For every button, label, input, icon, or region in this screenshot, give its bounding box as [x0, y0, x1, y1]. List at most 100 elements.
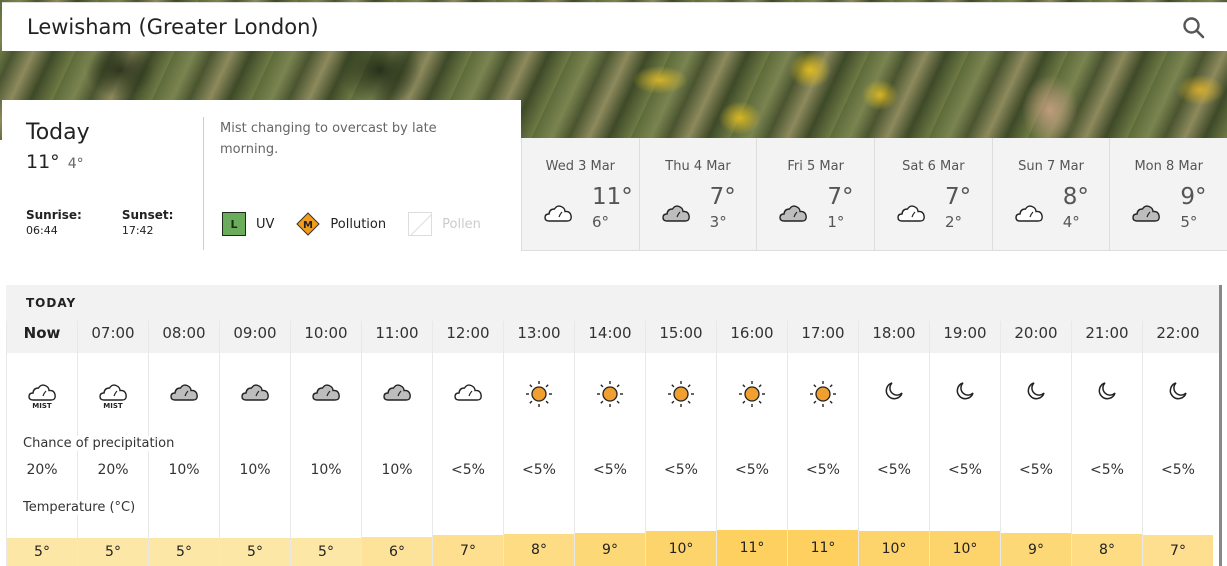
moon-icon	[1160, 379, 1196, 413]
day-high-temp: 8°	[1062, 184, 1089, 210]
pollution-level-text: M	[303, 220, 313, 231]
day-tab[interactable]: Thu 4 Mar 7° 3°	[638, 138, 757, 250]
hour-temperature: 5°	[78, 538, 148, 566]
hour-column: 11:00 10% 6°	[361, 321, 432, 566]
overcast-cloud-icon	[237, 379, 273, 413]
hour-temperature: 6°	[362, 537, 432, 566]
hour-time: 10:00	[304, 324, 348, 342]
precipitation-chance: 10%	[310, 462, 342, 478]
hour-time: 11:00	[375, 324, 419, 342]
today-summary-card: Today 11° 4° Sunrise: 06:44 Sunset: 17:4…	[2, 100, 521, 250]
today-label: Today	[26, 120, 90, 145]
day-high-temp: 9°	[1180, 184, 1207, 210]
precipitation-chance: 10%	[168, 462, 200, 478]
day-low-temp: 5°	[1180, 213, 1198, 231]
mist-cloud-icon: MIST	[95, 379, 131, 413]
pollution-indicator[interactable]: M Pollution	[296, 212, 386, 236]
day-name: Fri 5 Mar	[787, 159, 844, 174]
overcast-cloud-icon	[660, 200, 690, 222]
hour-column: 18:00 <5% 10°	[858, 321, 929, 566]
precipitation-chance: 20%	[26, 462, 58, 478]
hour-temperature: 5°	[291, 538, 361, 566]
sun-icon	[592, 379, 628, 413]
precipitation-chance: <5%	[593, 462, 627, 478]
hour-time: 13:00	[517, 324, 561, 342]
precipitation-chance: 10%	[381, 462, 413, 478]
hour-temperature: 10°	[859, 531, 929, 566]
day-low-temp: 4°	[1062, 213, 1080, 231]
hour-temperature: 11°	[717, 530, 787, 566]
hour-column: 21:00 <5% 8°	[1071, 321, 1142, 566]
hour-column: 20:00 <5% 9°	[1000, 321, 1071, 566]
sunrise-label: Sunrise:	[26, 208, 82, 222]
environment-indicators: L UV M Pollution Pollen	[222, 212, 503, 236]
hour-temperature: 7°	[433, 535, 503, 566]
cloud-icon	[542, 200, 572, 222]
cloud-icon	[895, 200, 925, 222]
hour-time: 21:00	[1085, 324, 1129, 342]
moon-icon	[1089, 379, 1125, 413]
hour-temperature: 5°	[149, 538, 219, 566]
hour-column: 15:00 <5% 10°	[645, 321, 716, 566]
hour-column: 13:00 <5% 8°	[503, 321, 574, 566]
day-low-temp: 6°	[592, 213, 610, 231]
hour-column: 22:00 <5% 7°	[1142, 321, 1213, 566]
day-tab[interactable]: Fri 5 Mar 7° 1°	[756, 138, 874, 250]
hour-column: 16:00 <5% 11°	[716, 321, 787, 566]
hour-column: 17:00 <5% 11°	[787, 321, 858, 566]
day-name: Wed 3 Mar	[545, 159, 616, 174]
day-high-temp: 7°	[945, 184, 972, 210]
hourly-forecast: TODAY Chance of precipitation Temperatur…	[6, 285, 1227, 566]
mist-label: MIST	[103, 402, 123, 410]
today-low-temp: 4°	[67, 156, 84, 172]
moon-icon	[1018, 379, 1054, 413]
hour-column: 12:00 <5% 7°	[432, 321, 503, 566]
uv-indicator[interactable]: L UV	[222, 212, 274, 236]
day-tab[interactable]: Mon 8 Mar 9° 5°	[1109, 138, 1227, 250]
sun-icon	[805, 379, 841, 413]
hourly-day-caption: TODAY	[26, 296, 77, 310]
precipitation-chance: <5%	[948, 462, 982, 478]
sun-icon	[734, 379, 770, 413]
pollen-indicator[interactable]: Pollen	[408, 212, 481, 236]
day-low-temp: 1°	[827, 213, 845, 231]
location-header: Lewisham (Greater London)	[2, 2, 1227, 51]
precipitation-chance: <5%	[664, 462, 698, 478]
pollution-diamond-icon: M	[296, 212, 321, 236]
mist-cloud-icon: MIST	[24, 379, 60, 413]
cloud-icon	[1013, 200, 1043, 222]
mist-label: MIST	[32, 402, 52, 410]
day-tab[interactable]: Sun 7 Mar 8° 4°	[991, 138, 1110, 250]
scroll-edge[interactable]	[1219, 285, 1222, 566]
precipitation-chance: <5%	[1090, 462, 1124, 478]
hour-time: 17:00	[801, 324, 845, 342]
sunrise-time: 06:44	[26, 224, 58, 237]
daily-forecast-strip: Wed 3 Mar 11° 6° Thu 4 Mar 7° 3° Fri 5 M…	[521, 138, 1227, 251]
overcast-cloud-icon	[379, 379, 415, 413]
precipitation-chance: <5%	[1019, 462, 1053, 478]
precipitation-chance: <5%	[806, 462, 840, 478]
hour-column: 19:00 <5% 10°	[929, 321, 1000, 566]
hour-time: 12:00	[446, 324, 490, 342]
pollution-level-badge: M	[296, 212, 321, 236]
day-high-temp: 7°	[827, 184, 854, 210]
hour-temperature: 10°	[646, 531, 716, 566]
precipitation-chance: <5%	[522, 462, 556, 478]
day-name: Thu 4 Mar	[665, 159, 731, 174]
day-tab[interactable]: Wed 3 Mar 11° 6°	[521, 138, 639, 250]
hour-temperature: 7°	[1143, 535, 1213, 566]
hour-column: 14:00 <5% 9°	[574, 321, 645, 566]
precipitation-chance: <5%	[1161, 462, 1195, 478]
sunset-time: 17:42	[121, 224, 154, 237]
day-tab[interactable]: Sat 6 Mar 7° 2°	[874, 138, 992, 250]
sunset-label: Sunset:	[121, 208, 174, 222]
precipitation-chance: <5%	[735, 462, 769, 478]
hour-time: 22:00	[1156, 324, 1200, 342]
today-high-temp: 11°	[26, 151, 60, 173]
day-name: Sun 7 Mar	[1018, 159, 1084, 174]
hour-temperature: 10°	[930, 531, 1000, 566]
search-button[interactable]	[1181, 15, 1207, 41]
hour-time: 07:00	[91, 324, 135, 342]
sun-icon	[521, 379, 557, 413]
hour-temperature: 9°	[575, 533, 645, 566]
